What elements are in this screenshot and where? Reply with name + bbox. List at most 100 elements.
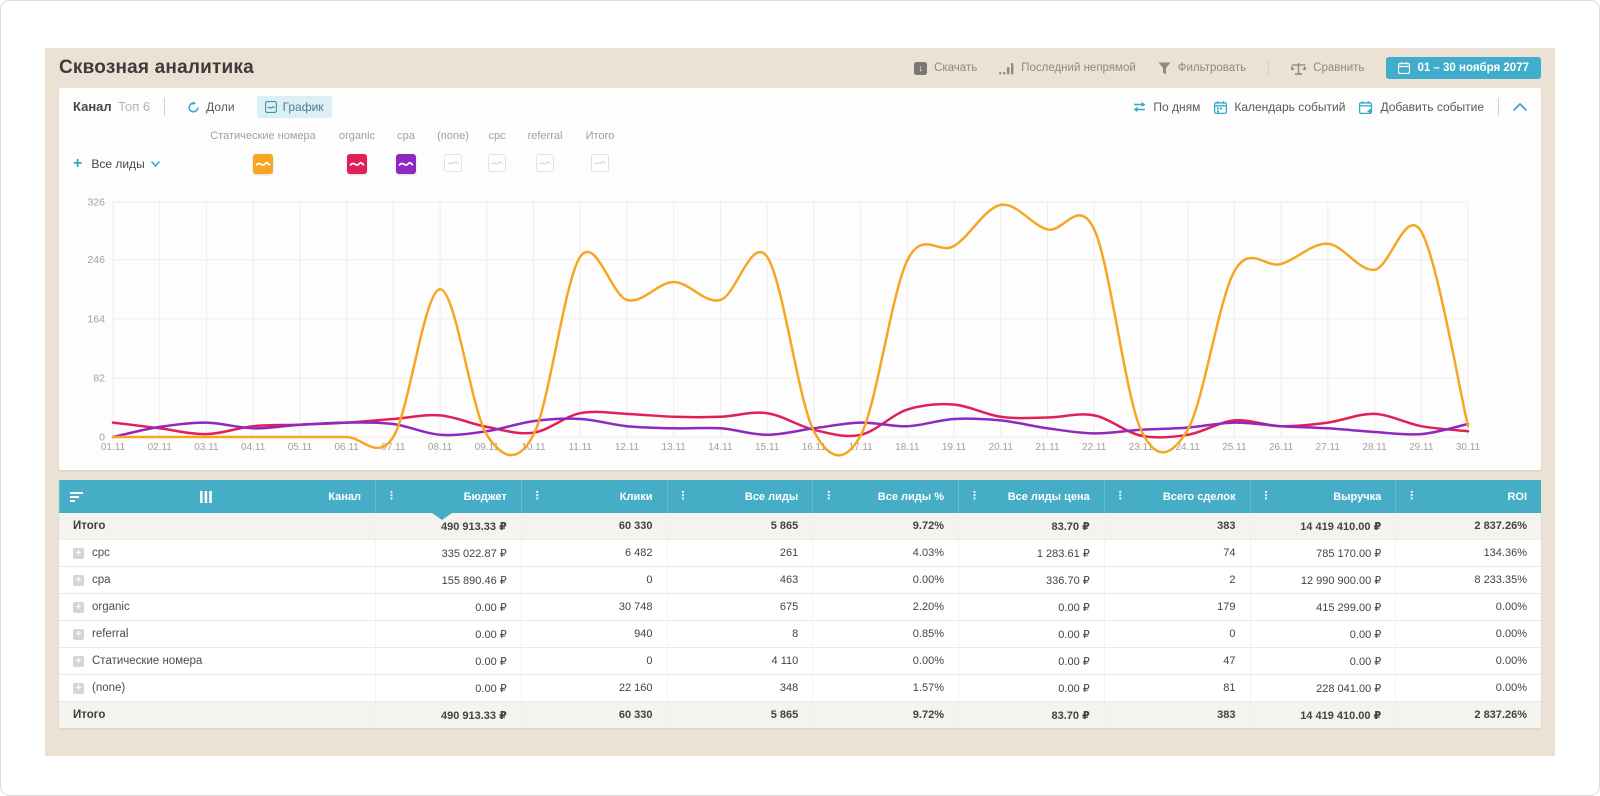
column-menu-icon[interactable]: ⋮ xyxy=(386,491,397,502)
column-header-5[interactable]: ⋮Все лиды цена xyxy=(958,480,1104,513)
table-body: Итого490 913.33 ₽60 3305 8659.72%83.70 ₽… xyxy=(59,513,1541,728)
cell-value: 2 837.26% xyxy=(1395,702,1541,728)
filter-button[interactable]: Фильтровать xyxy=(1158,62,1246,75)
cell-value: 5 865 xyxy=(667,702,813,728)
cell-value: 940 xyxy=(521,621,667,647)
attribution-model-button[interactable]: Последний непрямой xyxy=(999,62,1136,75)
svg-text:05.11: 05.11 xyxy=(288,442,313,453)
date-range-button[interactable]: 01 – 30 ноября 2077 xyxy=(1386,57,1541,79)
expand-row-icon[interactable]: + xyxy=(73,548,84,559)
table-columns-icon[interactable] xyxy=(200,491,212,503)
cell-value: 785 170.00 ₽ xyxy=(1250,540,1396,566)
column-menu-icon[interactable]: ⋮ xyxy=(969,491,980,502)
compare-button[interactable]: Сравнить xyxy=(1291,62,1364,75)
tab-chart[interactable]: График xyxy=(257,96,332,118)
add-metric-icon[interactable]: + xyxy=(73,156,82,172)
column-header-8[interactable]: ⋮ROI xyxy=(1395,480,1541,513)
row-label-cell: + Статические номера xyxy=(59,648,375,674)
expand-row-icon[interactable]: + xyxy=(73,575,84,586)
column-label: Бюджет xyxy=(464,491,507,503)
add-event-button[interactable]: Добавить событие xyxy=(1359,100,1484,114)
cell-value: 383 xyxy=(1104,513,1250,539)
table-row: +referral0.00 ₽94080.85%0.00 ₽00.00 ₽0.0… xyxy=(59,620,1541,647)
cell-value: 228 041.00 ₽ xyxy=(1250,675,1396,701)
cell-value: 60 330 xyxy=(521,702,667,728)
column-menu-icon[interactable]: ⋮ xyxy=(1406,491,1417,502)
sliders-icon xyxy=(1133,101,1146,113)
row-label-cell: +referral xyxy=(59,621,375,647)
chart-card-toolbar: Канал Топ 6 Доли График xyxy=(59,88,1541,120)
cell-value: 81 xyxy=(1104,675,1250,701)
column-header-1[interactable]: ⋮ Бюджет xyxy=(375,480,521,513)
line-chart-icon xyxy=(265,101,277,113)
svg-text:04.11: 04.11 xyxy=(241,442,266,453)
series-line-статические-номера xyxy=(113,205,1468,456)
column-header-2[interactable]: ⋮ Клики xyxy=(521,480,667,513)
column-menu-icon[interactable]: ⋮ xyxy=(678,491,689,502)
collapse-chevron-up-icon[interactable] xyxy=(1513,103,1527,111)
cell-value: 6 482 xyxy=(521,540,667,566)
cell-value: 463 xyxy=(667,567,813,593)
expand-row-icon[interactable]: + xyxy=(73,656,84,667)
row-label: Итого xyxy=(73,520,105,532)
events-calendar-button[interactable]: Календарь событий xyxy=(1214,100,1345,114)
table-row-total: Итого490 913.33 ₽60 3305 8659.72%83.70 ₽… xyxy=(59,513,1541,539)
cell-value: 74 xyxy=(1104,540,1250,566)
svg-text:11.11: 11.11 xyxy=(568,442,592,453)
svg-text:82: 82 xyxy=(93,372,105,384)
cell-value: 0.00 ₽ xyxy=(375,648,521,674)
cell-value: 0.00 ₽ xyxy=(958,675,1104,701)
cell-value: 2 xyxy=(1104,567,1250,593)
tab-shares[interactable]: Доли xyxy=(179,96,242,118)
cell-value: 0.00% xyxy=(1395,675,1541,701)
svg-text:06.11: 06.11 xyxy=(334,442,359,453)
expand-row-icon[interactable]: + xyxy=(73,629,84,640)
column-label: Клики xyxy=(620,491,653,503)
svg-text:29.11: 29.11 xyxy=(1409,442,1434,453)
row-label: organic xyxy=(92,601,130,613)
expand-row-icon[interactable]: + xyxy=(73,602,84,613)
cell-value: 0.00 ₽ xyxy=(1250,648,1396,674)
table-row: +Статические номера0.00 ₽04 1100.00%0.00… xyxy=(59,647,1541,674)
column-menu-icon[interactable]: ⋮ xyxy=(1261,491,1272,502)
column-header-4[interactable]: ⋮Все лиды % xyxy=(812,480,958,513)
cell-value: 0 xyxy=(521,567,667,593)
chart-legend: + Все лиды Статические номераorganiccpa(… xyxy=(59,120,1541,190)
legend-series-toggle-icon[interactable] xyxy=(253,154,273,174)
svg-text:14.11: 14.11 xyxy=(708,442,733,453)
cell-value: 2 837.26% xyxy=(1395,513,1541,539)
cell-value: 9.72% xyxy=(812,702,958,728)
svg-text:01.11: 01.11 xyxy=(101,442,126,453)
column-header-3[interactable]: ⋮Все лиды xyxy=(667,480,813,513)
metric-selector[interactable]: Все лиды xyxy=(91,157,159,171)
column-menu-icon[interactable]: ⋮ xyxy=(532,491,543,502)
cell-value: 675 xyxy=(667,594,813,620)
main-toolbar: ↓ Скачать Последний непрямой Фильтровать xyxy=(914,57,1541,79)
column-menu-icon[interactable]: ⋮ xyxy=(1115,491,1126,502)
column-header-6[interactable]: ⋮Всего сделок xyxy=(1104,480,1250,513)
svg-text:21.11: 21.11 xyxy=(1035,442,1060,453)
analytics-panel: Сквозная аналитика ↓ Скачать Последний н… xyxy=(45,48,1555,756)
calendar-grid-icon xyxy=(1214,101,1227,114)
cell-value: 4 110 xyxy=(667,648,813,674)
entity-top-label: Топ 6 xyxy=(118,99,150,114)
leads-by-day-line-chart: 01.1102.1103.1104.1105.1106.1107.1108.11… xyxy=(59,190,1541,468)
column-header-7[interactable]: ⋮Выручка xyxy=(1250,480,1396,513)
cell-value: 14 419 410.00 ₽ xyxy=(1250,702,1396,728)
download-button[interactable]: ↓ Скачать xyxy=(914,62,977,75)
row-label: Статические номера xyxy=(92,655,202,667)
panel-header: Сквозная аналитика ↓ Скачать Последний н… xyxy=(59,48,1541,88)
cell-value: 0 xyxy=(521,648,667,674)
by-days-button[interactable]: По дням xyxy=(1133,100,1200,114)
table-filter-icon[interactable] xyxy=(70,491,84,503)
legend-series-toggle-icon[interactable] xyxy=(591,154,609,172)
column-header-0[interactable]: Канал xyxy=(59,480,375,513)
svg-text:03.11: 03.11 xyxy=(194,442,219,453)
row-label: Итого xyxy=(73,709,105,721)
scales-icon xyxy=(1291,62,1306,75)
column-menu-icon[interactable]: ⋮ xyxy=(823,491,834,502)
cell-value: 348 xyxy=(667,675,813,701)
cell-value: 8 233.35% xyxy=(1395,567,1541,593)
expand-row-icon[interactable]: + xyxy=(73,683,84,694)
cell-value: 179 xyxy=(1104,594,1250,620)
